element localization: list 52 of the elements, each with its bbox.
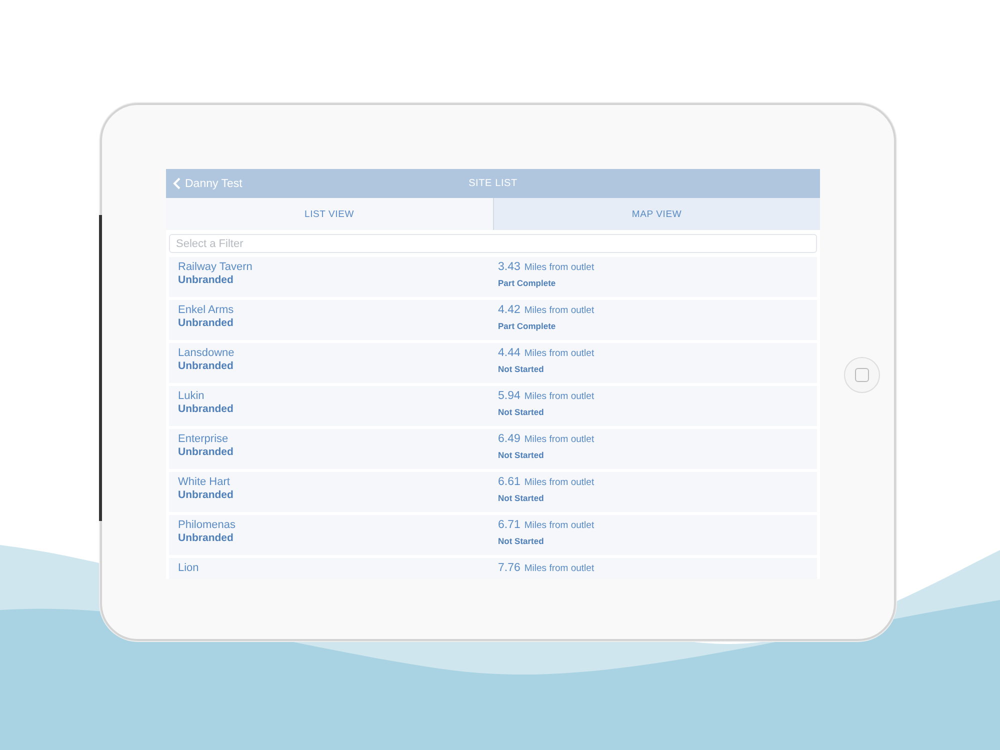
site-status: Not Started [498,493,544,503]
distance-value: 6.71 [498,519,520,532]
site-name: Philomenas [178,519,236,532]
site-brand: Unbranded [178,532,234,544]
view-tab[interactable]: LIST VIEW [166,198,492,230]
distance-unit: Miles from outlet [524,519,594,532]
distance-unit: Miles from outlet [524,261,594,274]
home-button[interactable] [844,357,880,393]
site-name: Lion [178,562,199,575]
distance-value: 3.43 [498,261,520,274]
chevron-left-icon [173,177,181,190]
site-status: Not Started [498,450,544,460]
distance-unit: Miles from outlet [524,433,594,446]
site-name: White Hart [178,476,230,489]
site-name: Railway Tavern [178,261,252,274]
site-row[interactable]: Lion 7.76 Miles from outlet [169,558,817,579]
site-name: Lansdowne [178,347,234,360]
site-row[interactable]: Lukin Unbranded 5.94 Miles from outlet Not Started [169,386,817,426]
site-brand: Unbranded [178,317,234,329]
site-status: Not Started [498,536,544,546]
distance-unit: Miles from outlet [524,476,594,489]
site-status: Part Complete [498,321,556,331]
site-row[interactable]: Railway Tavern Unbranded 3.43 Miles from outlet Part Complete [169,257,817,297]
site-row[interactable]: Lansdowne Unbranded 4.44 Miles from outlet Not Started [169,343,817,383]
site-brand: Unbranded [178,360,234,372]
distance-unit: Miles from outlet [524,347,594,360]
distance-value: 4.44 [498,347,520,360]
distance-value: 5.94 [498,390,520,403]
site-brand: Unbranded [178,403,234,415]
distance-unit: Miles from outlet [524,562,594,575]
distance-unit: Miles from outlet [524,304,594,317]
site-status: Not Started [498,364,544,374]
site-row[interactable]: Enterprise Unbranded 6.49 Miles from outlet Not Started [169,429,817,469]
filter-field[interactable]: Select a Filter [169,234,817,253]
distance-value: 7.76 [498,562,520,575]
distance-value: 4.42 [498,304,520,317]
site-brand: Unbranded [178,446,234,458]
site-name: Enterprise [178,433,228,446]
site-brand: Unbranded [178,274,234,286]
distance-value: 6.61 [498,476,520,489]
site-name: Enkel Arms [178,304,234,317]
screen-title: SITE LIST [468,178,518,189]
site-status: Not Started [498,407,544,417]
site-row[interactable]: White Hart Unbranded 6.61 Miles from outlet Not Started [169,472,817,512]
site-row[interactable]: Enkel Arms Unbranded 4.42 Miles from outlet Part Complete [169,300,817,340]
distance-value: 6.49 [498,433,520,446]
view-tab[interactable]: MAP VIEW [492,198,820,230]
distance-unit: Miles from outlet [524,390,594,403]
site-status: Part Complete [498,278,556,288]
site-brand: Unbranded [178,489,234,501]
site-row[interactable]: Philomenas Unbranded 6.71 Miles from outlet Not Started [169,515,817,555]
site-name: Lukin [178,390,204,403]
